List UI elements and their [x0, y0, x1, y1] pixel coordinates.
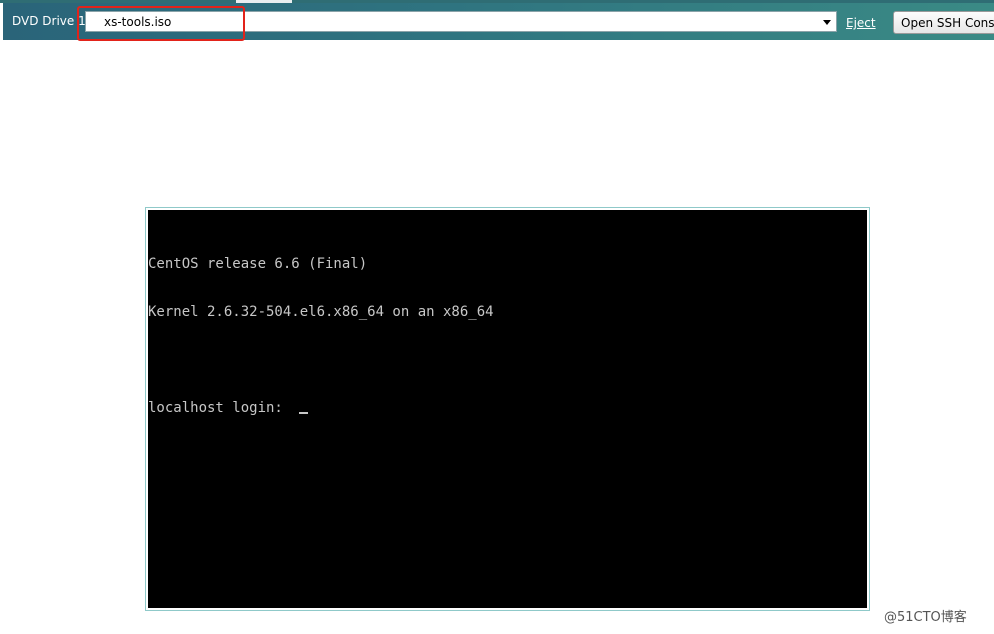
console-output: CentOS release 6.6 (Final) Kernel 2.6.32…: [148, 224, 494, 448]
console-line-kernel: Kernel 2.6.32-504.el6.x86_64 on an x86_6…: [148, 304, 494, 320]
dvd-toolbar: DVD Drive 1: xs-tools.iso Eject Open SSH…: [3, 3, 994, 40]
open-ssh-console-button[interactable]: Open SSH Console: [893, 11, 994, 34]
vm-console-screen[interactable]: CentOS release 6.6 (Final) Kernel 2.6.32…: [148, 210, 867, 608]
watermark: @51CTO博客: [884, 610, 967, 625]
eject-link[interactable]: Eject: [846, 16, 876, 30]
login-prompt: localhost login:: [148, 400, 292, 416]
chevron-down-icon[interactable]: [821, 16, 833, 28]
console-login-line: localhost login:: [148, 400, 494, 416]
xencenter-console-page: DVD Drive 1: xs-tools.iso Eject Open SSH…: [0, 0, 994, 634]
iso-selected-value: xs-tools.iso: [104, 15, 172, 29]
iso-dropdown[interactable]: xs-tools.iso: [85, 11, 837, 32]
text-cursor: [299, 412, 309, 414]
console-line-blank: [148, 352, 494, 368]
dvd-drive-label: DVD Drive 1:: [12, 14, 90, 28]
console-line-release: CentOS release 6.6 (Final): [148, 256, 368, 272]
